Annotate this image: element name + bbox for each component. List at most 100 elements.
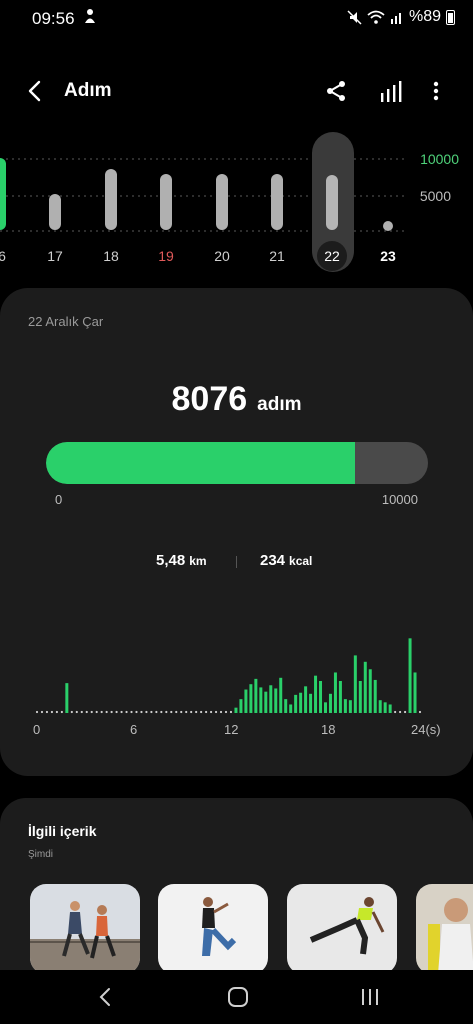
hour-bar (353, 655, 357, 713)
hourly-steps-chart[interactable]: 0 6 12 18 24(s) (0, 618, 473, 738)
nav-home-icon[interactable] (226, 985, 250, 1009)
hour-baseline-dot (115, 710, 118, 714)
hour-baseline-dot (150, 710, 153, 714)
hour-bar (408, 638, 412, 713)
hour-bar (289, 704, 293, 713)
day-label-19[interactable]: 19 (158, 248, 174, 264)
page-title: Adım (64, 80, 112, 101)
x-tick-18: 18 (321, 722, 336, 737)
hour-baseline-dot (160, 710, 163, 714)
hour-bar (294, 694, 298, 713)
hour-bar (314, 675, 318, 713)
hour-baseline-dot (40, 710, 44, 714)
hour-bar (368, 669, 372, 713)
day-bar-16[interactable] (0, 158, 6, 230)
hour-bar (244, 689, 248, 713)
back-arrow-icon[interactable] (22, 76, 50, 106)
day-bar-21[interactable] (271, 174, 283, 230)
day-label-22[interactable]: 22 (324, 248, 340, 264)
day-label-6[interactable]: 6 (0, 248, 6, 264)
hour-baseline-dot (55, 710, 58, 714)
hour-baseline-dot (90, 710, 93, 714)
stretch-thumbnail[interactable] (158, 884, 268, 974)
battery-text: %89 (408, 8, 441, 25)
day-bar-22[interactable] (326, 175, 338, 230)
hour-bar (65, 683, 69, 713)
goal-label-5000: 5000 (419, 188, 451, 204)
hour-baseline-dot (110, 710, 113, 714)
hour-baseline-dot (75, 710, 78, 714)
hour-baseline-dot (165, 710, 168, 714)
hour-baseline-dot (229, 710, 233, 714)
hour-baseline-dot (85, 710, 88, 714)
lunge-thumbnail[interactable] (287, 884, 397, 974)
distance-unit: km (189, 554, 207, 568)
battery-icon (446, 9, 455, 25)
hour-bar (373, 679, 377, 713)
hourly-chart-canvas[interactable] (0, 618, 473, 718)
day-bar-18[interactable] (105, 169, 117, 230)
hour-baseline-dot (180, 710, 183, 714)
hour-baseline-dot (394, 710, 397, 714)
runners-thumbnail[interactable] (30, 884, 140, 974)
hour-bar (239, 699, 243, 713)
day-label-21[interactable]: 21 (269, 248, 285, 264)
week-chart-canvas[interactable]: 6 17 18 19 20 21 22 23 (0, 130, 473, 280)
calories-stat: 234 kcal (260, 552, 312, 569)
day-bar-17[interactable] (49, 194, 61, 230)
hour-baseline-dot (135, 710, 138, 714)
day-label-20[interactable]: 20 (214, 248, 230, 264)
app-header: Adım (0, 70, 473, 112)
hour-baseline-dot (70, 710, 73, 714)
hour-bar (323, 702, 327, 713)
hour-bar (274, 688, 278, 713)
hour-bar (284, 699, 288, 713)
steps-value: 8076 (171, 380, 248, 418)
steps-count: 8076 adım (0, 380, 473, 419)
share-icon[interactable] (322, 76, 350, 106)
hour-bar (413, 672, 417, 713)
bar-chart-icon[interactable] (377, 76, 405, 106)
more-vert-icon[interactable] (424, 76, 448, 106)
hour-bar (343, 699, 347, 713)
day-label-23[interactable]: 23 (380, 248, 396, 264)
hour-bar (279, 677, 283, 713)
hour-bar (333, 672, 337, 713)
goal-progress-fill (46, 442, 355, 484)
hour-bar (358, 681, 362, 713)
goal-progress-bar (46, 442, 428, 484)
hour-bar (269, 685, 273, 713)
hour-baseline-dot (155, 710, 158, 714)
hour-baseline-dot (130, 710, 133, 714)
x-tick-0: 0 (33, 722, 41, 737)
hour-baseline-dot (224, 710, 228, 714)
day-bar-20[interactable] (216, 174, 228, 230)
hour-baseline-dot (45, 710, 49, 714)
hour-baseline-dot (175, 710, 178, 714)
status-icons: %89 (347, 8, 455, 26)
card-date: 22 Aralık Çar (28, 314, 104, 329)
notification-icon (85, 9, 95, 23)
distance-value: 5,48 (156, 552, 186, 569)
day-label-18[interactable]: 18 (103, 248, 119, 264)
day-bar-19[interactable] (160, 174, 172, 230)
hour-baseline-dot (205, 710, 208, 714)
day-bar-23[interactable] (383, 221, 393, 231)
hour-baseline-dot (209, 710, 213, 714)
progress-max-label: 10000 (381, 492, 418, 507)
x-tick-6: 6 (130, 722, 138, 737)
hour-baseline-dot (105, 710, 108, 714)
system-nav-bar (0, 970, 473, 1024)
status-time: 09:56 (32, 9, 75, 28)
hour-bar (309, 693, 313, 713)
nav-recents-icon[interactable] (358, 986, 382, 1008)
hour-baseline-dot (399, 710, 402, 714)
week-chart[interactable]: 6 17 18 19 20 21 22 23 10000 5000 (0, 130, 473, 280)
gym-thumbnail[interactable] (416, 884, 473, 974)
gym-image (416, 884, 473, 974)
nav-back-icon[interactable] (96, 986, 116, 1008)
day-label-17[interactable]: 17 (47, 248, 63, 264)
hour-bar (249, 684, 253, 713)
hour-bar (234, 707, 238, 713)
steps-unit: adım (257, 394, 302, 415)
